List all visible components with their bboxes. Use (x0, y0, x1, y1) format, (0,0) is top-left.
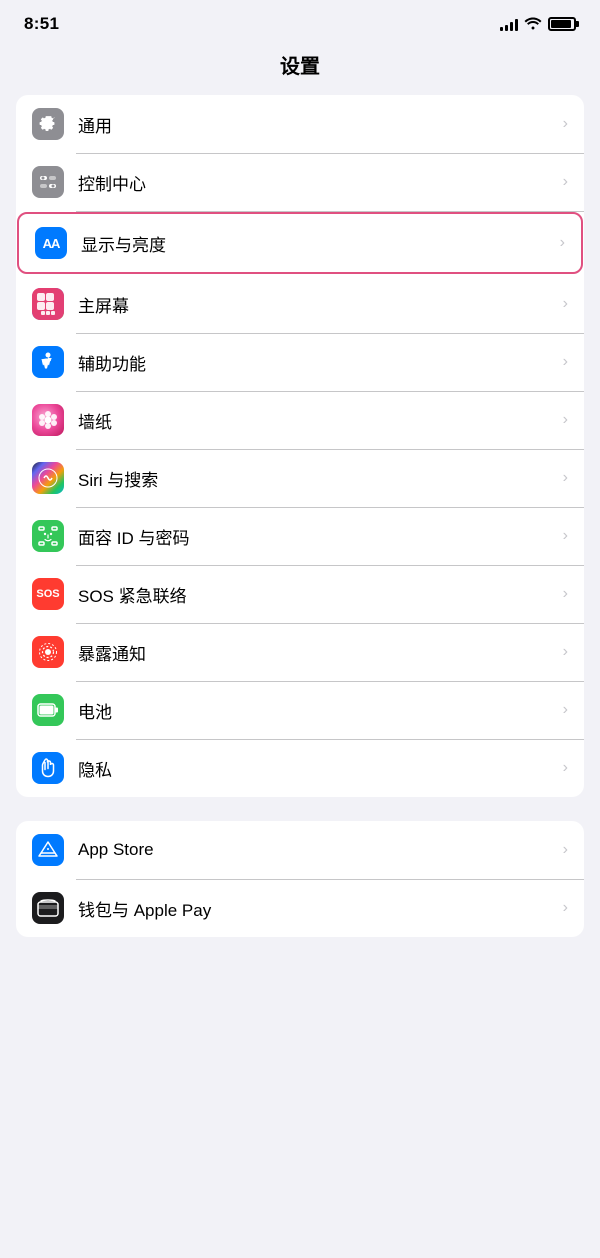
switches-icon (32, 166, 64, 198)
settings-row-wallpaper[interactable]: 墙纸 › (16, 391, 584, 449)
settings-row-exposure[interactable]: 暴露通知 › (16, 623, 584, 681)
settings-row-control-center[interactable]: 控制中心 › (16, 153, 584, 211)
sos-icon: SOS (32, 578, 64, 610)
chevron-icon: › (563, 353, 568, 371)
accessibility-label: 辅助功能 (78, 350, 563, 375)
settings-row-home-screen[interactable]: 主屏幕 › (16, 275, 584, 333)
highlight-border: AA 显示与亮度 › (17, 212, 583, 274)
chevron-icon: › (563, 115, 568, 133)
battery-label: 电池 (78, 698, 563, 723)
settings-group-1: 通用 › 控制中心 › AA 显示与亮度 › (16, 95, 584, 797)
settings-row-battery[interactable]: 电池 › (16, 681, 584, 739)
chevron-icon: › (563, 411, 568, 429)
privacy-label: 隐私 (78, 756, 563, 781)
hand-icon (32, 752, 64, 784)
settings-row-siri[interactable]: Siri 与搜索 › (16, 449, 584, 507)
settings-row-appstore[interactable]: App Store › (16, 821, 584, 879)
settings-group-2: App Store › 钱包与 Apple Pay › (16, 821, 584, 937)
chevron-icon: › (563, 841, 568, 859)
settings-row-wallet[interactable]: 钱包与 Apple Pay › (16, 879, 584, 937)
settings-row-privacy[interactable]: 隐私 › (16, 739, 584, 797)
flower-icon (32, 404, 64, 436)
chevron-icon: › (563, 585, 568, 603)
chevron-icon: › (563, 527, 568, 545)
settings-row-accessibility[interactable]: 辅助功能 › (16, 333, 584, 391)
status-bar: 8:51 (0, 0, 600, 42)
home-screen-label: 主屏幕 (78, 292, 563, 317)
wallpaper-label: 墙纸 (78, 408, 563, 433)
sos-label: SOS 紧急联络 (78, 582, 563, 607)
chevron-icon: › (563, 173, 568, 191)
faceid-icon (32, 520, 64, 552)
wallet-label: 钱包与 Apple Pay (78, 896, 563, 921)
aa-icon: AA (35, 227, 67, 259)
control-center-label: 控制中心 (78, 170, 563, 195)
accessibility-icon (32, 346, 64, 378)
settings-row-general[interactable]: 通用 › (16, 95, 584, 153)
settings-row-faceid[interactable]: 面容 ID 与密码 › (16, 507, 584, 565)
wallet-icon (32, 892, 64, 924)
appstore-label: App Store (78, 840, 563, 860)
siri-icon (32, 462, 64, 494)
chevron-icon: › (563, 759, 568, 777)
siri-label: Siri 与搜索 (78, 466, 563, 491)
gear-icon (32, 108, 64, 140)
chevron-icon: › (563, 899, 568, 917)
chevron-icon: › (563, 643, 568, 661)
settings-row-display[interactable]: AA 显示与亮度 › (19, 214, 581, 272)
home-screen-icon (32, 288, 64, 320)
appstore-icon (32, 834, 64, 866)
chevron-icon: › (563, 469, 568, 487)
settings-row-sos[interactable]: SOS SOS 紧急联络 › (16, 565, 584, 623)
exposure-label: 暴露通知 (78, 640, 563, 665)
chevron-icon: › (560, 234, 565, 252)
exposure-icon (32, 636, 64, 668)
page-title: 设置 (0, 42, 600, 95)
status-time: 8:51 (24, 14, 59, 34)
chevron-icon: › (563, 295, 568, 313)
battery-setting-icon (32, 694, 64, 726)
faceid-label: 面容 ID 与密码 (78, 524, 563, 549)
chevron-icon: › (563, 701, 568, 719)
battery-icon (548, 17, 576, 31)
wifi-icon (524, 16, 542, 33)
general-label: 通用 (78, 112, 563, 137)
signal-icon (500, 17, 518, 31)
status-icons (500, 16, 576, 33)
display-label: 显示与亮度 (81, 231, 560, 256)
